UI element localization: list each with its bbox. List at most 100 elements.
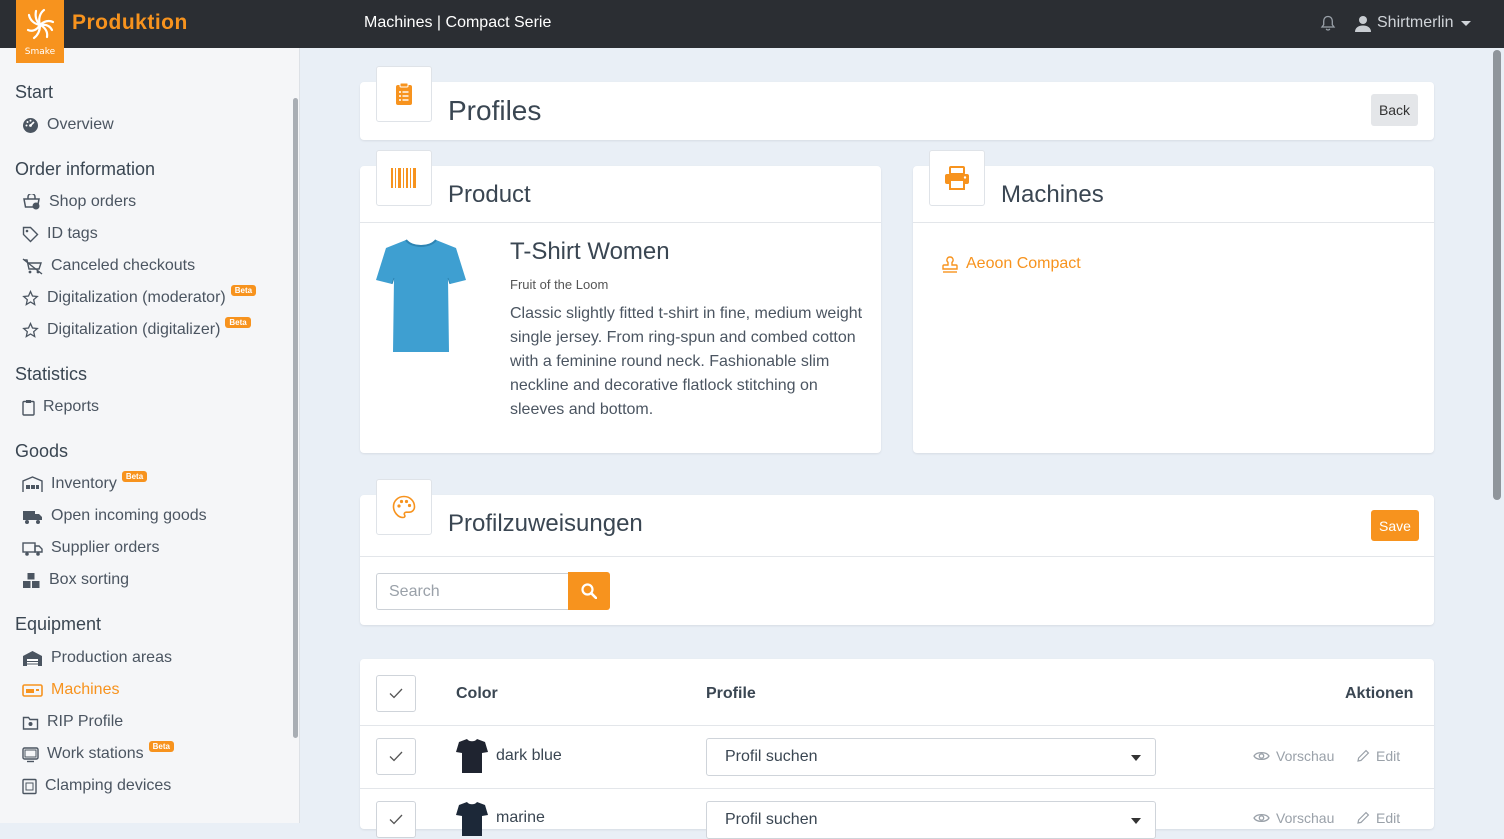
logo-text: Smake bbox=[24, 47, 56, 57]
sidebar-item-open-incoming-goods[interactable]: Open incoming goods bbox=[22, 507, 207, 525]
search-button[interactable] bbox=[568, 572, 610, 610]
search-input[interactable] bbox=[376, 573, 569, 610]
column-header-actions: Aktionen bbox=[1345, 685, 1414, 702]
column-header-color[interactable]: Color bbox=[456, 685, 498, 703]
product-card-title: Product bbox=[448, 181, 531, 208]
divider bbox=[360, 556, 1434, 557]
sidebar-item-label: Digitalization (digitalizer) bbox=[47, 321, 221, 338]
tshirt-thumbnail bbox=[456, 739, 488, 773]
preview-label: Vorschau bbox=[1276, 748, 1335, 764]
select-all-checkbox[interactable] bbox=[376, 675, 416, 712]
row-checkbox[interactable] bbox=[376, 738, 416, 775]
save-button[interactable]: Save bbox=[1371, 510, 1419, 541]
check-icon bbox=[389, 814, 403, 825]
sidebar-section-order-information: Order information bbox=[15, 159, 156, 179]
top-bar: Produktion Machines | Compact Serie Shir… bbox=[0, 0, 1504, 48]
beta-badge: Beta bbox=[225, 316, 251, 328]
color-name: dark blue bbox=[496, 747, 562, 764]
pencil-icon bbox=[1357, 749, 1370, 762]
sidebar-item-label: RIP Profile bbox=[47, 713, 124, 730]
profile-select[interactable]: Profil suchen bbox=[706, 738, 1156, 776]
search-icon bbox=[581, 583, 597, 599]
sidebar-item-label: Open incoming goods bbox=[51, 507, 207, 524]
sidebar-item-label: Overview bbox=[47, 116, 114, 133]
clipboard-icon bbox=[22, 399, 35, 416]
tag-icon bbox=[22, 226, 39, 242]
sidebar-item-canceled-checkouts[interactable]: Canceled checkouts bbox=[22, 257, 195, 275]
column-header-profile[interactable]: Profile bbox=[706, 685, 756, 703]
check-icon bbox=[389, 688, 403, 699]
sidebar-item-inventory[interactable]: Inventory Beta bbox=[22, 470, 148, 493]
factory-icon bbox=[23, 650, 42, 666]
sidebar-item-label: Shop orders bbox=[49, 193, 137, 210]
color-name: marine bbox=[496, 809, 545, 826]
divider bbox=[360, 725, 1434, 726]
user-menu[interactable]: Shirtmerlin bbox=[1355, 14, 1472, 32]
sidebar-item-id-tags[interactable]: ID tags bbox=[22, 225, 98, 243]
sidebar-item-digitalization-moderator[interactable]: Digitalization (moderator) Beta bbox=[22, 284, 257, 307]
machine-link[interactable]: Aeoon Compact bbox=[942, 255, 1081, 273]
sidebar-section-goods: Goods bbox=[15, 441, 69, 461]
clamp-icon bbox=[22, 778, 37, 794]
sidebar-item-label: Clamping devices bbox=[45, 777, 172, 794]
profile-select-value: Profil suchen bbox=[725, 748, 818, 765]
sidebar-item-work-stations[interactable]: Work stations Beta bbox=[22, 740, 174, 763]
beta-badge: Beta bbox=[230, 284, 257, 296]
edit-label: Edit bbox=[1376, 810, 1401, 826]
shop-cart-icon bbox=[23, 193, 40, 209]
sidebar-item-label: Canceled checkouts bbox=[51, 257, 196, 274]
palette-icon bbox=[392, 495, 416, 519]
edit-label: Edit bbox=[1376, 748, 1401, 764]
divider bbox=[360, 788, 1434, 789]
profile-select[interactable]: Profil suchen bbox=[706, 801, 1156, 839]
sidebar-item-digitalization-digitalizer[interactable]: Digitalization (digitalizer) Beta bbox=[22, 316, 251, 339]
machines-badge bbox=[929, 150, 985, 206]
boxes-icon bbox=[23, 572, 40, 588]
shipping-icon bbox=[22, 541, 43, 556]
breadcrumb: Machines | Compact Serie bbox=[364, 14, 552, 31]
check-icon bbox=[389, 751, 403, 762]
user-name: Shirtmerlin bbox=[1377, 14, 1454, 31]
barcode-icon bbox=[391, 168, 416, 188]
sidebar-item-supplier-orders[interactable]: Supplier orders bbox=[22, 539, 160, 557]
profiles-badge bbox=[376, 66, 432, 122]
preview-button[interactable]: Vorschau bbox=[1253, 748, 1334, 764]
machine-name: Aeoon Compact bbox=[966, 255, 1081, 272]
eye-icon bbox=[1253, 813, 1270, 823]
beta-badge: Beta bbox=[148, 740, 174, 752]
dashboard-icon bbox=[23, 117, 38, 133]
preview-button[interactable]: Vorschau bbox=[1253, 810, 1334, 826]
edit-button[interactable]: Edit bbox=[1356, 748, 1400, 764]
sidebar-section-start: Start bbox=[15, 82, 54, 102]
divider bbox=[913, 222, 1434, 223]
sun-logo-icon bbox=[26, 8, 55, 40]
edit-button[interactable]: Edit bbox=[1356, 810, 1400, 826]
sidebar-item-production-areas[interactable]: Production areas bbox=[22, 649, 172, 667]
preview-label: Vorschau bbox=[1276, 810, 1335, 826]
sidebar-scrollbar[interactable] bbox=[293, 98, 298, 738]
sidebar-item-shop-orders[interactable]: Shop orders bbox=[22, 193, 136, 211]
sidebar-item-box-sorting[interactable]: Box sorting bbox=[22, 571, 129, 589]
main-scrollbar[interactable] bbox=[1493, 50, 1501, 500]
row-checkbox[interactable] bbox=[376, 801, 416, 838]
assignments-card-title: Profilzuweisungen bbox=[448, 510, 643, 537]
sidebar-item-label: Supplier orders bbox=[51, 539, 160, 556]
product-badge bbox=[376, 150, 432, 206]
app-title: Produktion bbox=[72, 11, 188, 34]
back-button[interactable]: Back bbox=[1371, 94, 1418, 126]
sidebar-item-clamping-devices[interactable]: Clamping devices bbox=[22, 777, 171, 795]
sidebar-item-overview[interactable]: Overview bbox=[22, 116, 114, 134]
printer-icon bbox=[945, 166, 969, 190]
rip-profile-icon bbox=[22, 716, 39, 730]
sidebar-item-machines[interactable]: Machines bbox=[22, 681, 119, 699]
machine-icon bbox=[22, 683, 43, 697]
assignments-badge bbox=[376, 479, 432, 535]
smake-logo[interactable]: Smake bbox=[16, 0, 64, 63]
sidebar-item-rip-profile[interactable]: RIP Profile bbox=[22, 713, 123, 731]
caret-down-icon bbox=[1131, 755, 1141, 761]
magic-icon bbox=[22, 321, 39, 338]
tshirt-thumbnail bbox=[456, 802, 488, 836]
bell-icon[interactable] bbox=[1320, 15, 1336, 37]
caret-down-icon bbox=[1131, 818, 1141, 824]
sidebar-item-reports[interactable]: Reports bbox=[22, 398, 99, 416]
